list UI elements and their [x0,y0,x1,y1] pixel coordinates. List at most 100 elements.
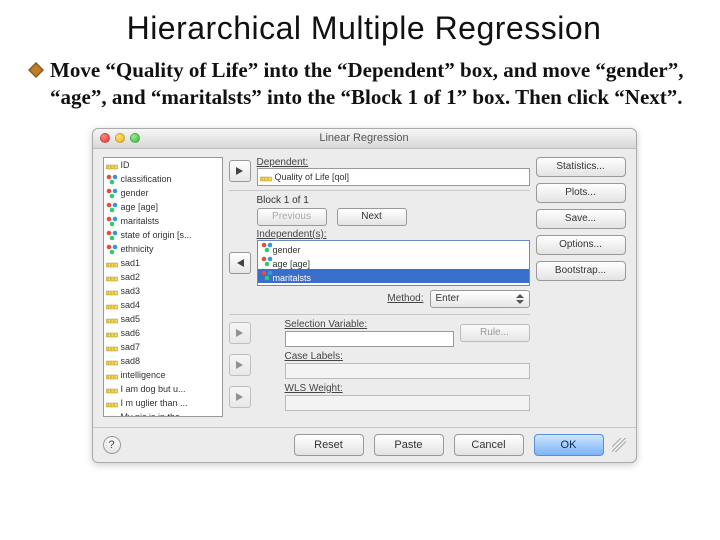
reset-button[interactable]: Reset [294,434,364,456]
variable-item[interactable]: sad5 [104,312,222,326]
variable-item[interactable]: sad8 [104,354,222,368]
scale-icon [106,257,118,269]
slide-body-text: Move “Quality of Life” into the “Depende… [50,57,700,112]
chevron-updown-icon [516,294,524,304]
variable-label: intelligence [121,370,166,380]
case-labels-label: Case Labels: [285,351,530,362]
variable-item[interactable]: sad1 [104,256,222,270]
linear-regression-dialog: Linear Regression ID classification gender… [92,128,637,463]
variable-label: state of origin [s... [121,230,192,240]
variable-item[interactable]: I m uglier than ... [104,396,222,410]
slide-title: Hierarchical Multiple Regression [28,10,700,47]
dependent-value: Quality of Life [qol] [275,172,350,182]
variable-item[interactable]: gender [104,186,222,200]
selection-variable-field[interactable] [285,331,454,347]
scale-icon [260,171,272,183]
variable-label: gender [121,188,149,198]
variable-label: ID [121,160,130,170]
variable-item[interactable]: age [age] [104,200,222,214]
variable-label: sad3 [121,286,141,296]
bootstrap-button[interactable]: Bootstrap... [536,261,626,281]
dependent-field[interactable]: Quality of Life [qol] [257,168,530,186]
source-variable-list[interactable]: ID classification gender age [age] maritalst… [103,157,223,417]
variable-item[interactable]: sad4 [104,298,222,312]
nominal-icon [261,269,273,281]
paste-button[interactable]: Paste [374,434,444,456]
variable-item[interactable]: sad3 [104,284,222,298]
move-to-dependent-button[interactable] [229,160,251,182]
variable-item[interactable]: sad7 [104,340,222,354]
scale-icon [106,159,118,171]
variable-label: sad4 [121,300,141,310]
independent-item[interactable]: gender [258,241,529,255]
independent-label: maritalsts [273,273,312,283]
move-to-wls-button [229,386,251,408]
variable-label: sad8 [121,356,141,366]
variable-item[interactable]: I am dog but u... [104,382,222,396]
selection-variable-label: Selection Variable: [285,319,454,330]
independents-list[interactable]: gender age [age] maritalsts [257,240,530,286]
nominal-icon [106,187,118,199]
plots-button[interactable]: Plots... [536,183,626,203]
method-label: Method: [387,293,423,304]
scale-icon [106,383,118,395]
save-button[interactable]: Save... [536,209,626,229]
wls-weight-label: WLS Weight: [285,383,530,394]
wls-weight-field[interactable] [285,395,530,411]
variable-label: maritalsts [121,216,160,226]
statistics-button[interactable]: Statistics... [536,157,626,177]
variable-item[interactable]: sad6 [104,326,222,340]
case-labels-field[interactable] [285,363,530,379]
scale-icon [106,299,118,311]
scale-icon [106,355,118,367]
nominal-icon [106,243,118,255]
move-to-case-labels-button [229,354,251,376]
variable-item[interactable]: My pic is in the... [104,410,222,417]
variable-item[interactable]: state of origin [s... [104,228,222,242]
variable-label: My pic is in the... [121,412,188,417]
variable-label: age [age] [121,202,159,212]
dependent-label: Dependent: [257,157,530,168]
diamond-bullet-icon [28,62,44,78]
independent-item[interactable]: maritalsts [258,269,529,283]
scale-icon [106,411,118,417]
variable-label: sad6 [121,328,141,338]
independent-item[interactable]: age [age] [258,255,529,269]
move-to-independents-button[interactable] [229,252,251,274]
previous-button: Previous [257,208,327,226]
scale-icon [106,341,118,353]
independent-label: gender [273,245,301,255]
nominal-icon [106,201,118,213]
variable-item[interactable]: classification [104,172,222,186]
block-label: Block 1 of 1 [257,195,309,206]
variable-label: classification [121,174,172,184]
nominal-icon [261,255,273,267]
dialog-title: Linear Regression [93,132,636,144]
nominal-icon [106,215,118,227]
nominal-icon [106,173,118,185]
move-to-selection-button [229,322,251,344]
nominal-icon [261,241,273,253]
variable-label: sad1 [121,258,141,268]
cancel-button[interactable]: Cancel [454,434,524,456]
variable-label: I am dog but u... [121,384,186,394]
variable-label: I m uglier than ... [121,398,188,408]
variable-item[interactable]: ethnicity [104,242,222,256]
variable-item[interactable]: sad2 [104,270,222,284]
scale-icon [106,397,118,409]
ok-button[interactable]: OK [534,434,604,456]
variable-item[interactable]: intelligence [104,368,222,382]
method-select[interactable]: Enter [430,290,530,308]
independent-label: age [age] [273,259,311,269]
next-button[interactable]: Next [337,208,407,226]
variable-item[interactable]: maritalsts [104,214,222,228]
method-value: Enter [436,293,460,304]
variable-item[interactable]: ID [104,158,222,172]
variable-label: sad5 [121,314,141,324]
variable-label: sad2 [121,272,141,282]
resize-handle-icon[interactable] [612,438,626,452]
variable-label: ethnicity [121,244,154,254]
help-button[interactable]: ? [103,436,121,454]
dialog-titlebar[interactable]: Linear Regression [93,129,636,149]
options-button[interactable]: Options... [536,235,626,255]
